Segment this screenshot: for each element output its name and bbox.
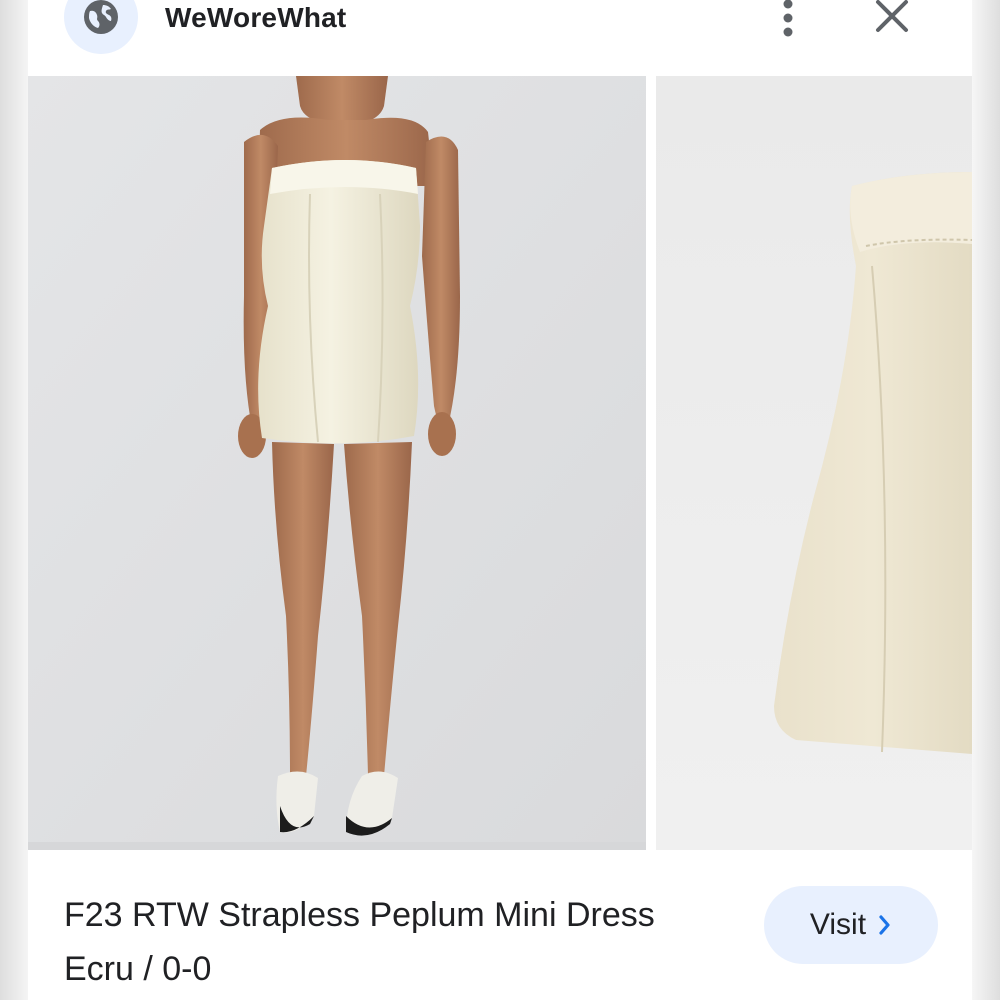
product-title[interactable]: F23 RTW Strapless Peplum Mini Dress Ecru… [64, 888, 704, 996]
image-carousel[interactable] [28, 76, 972, 850]
close-icon [875, 0, 909, 38]
close-button[interactable] [870, 0, 914, 40]
visit-label: Visit [809, 908, 867, 941]
image-result-card: WeWoreWhat F23 RTW Strapless Peplum Mini… [28, 0, 972, 1000]
more-vert-icon [782, 0, 794, 43]
visit-button[interactable]: Visit [764, 886, 938, 964]
product-image-secondary[interactable] [656, 76, 972, 850]
result-header: WeWoreWhat [28, 0, 972, 76]
site-name[interactable]: WeWoreWhat [165, 2, 346, 34]
more-options-button[interactable] [770, 0, 806, 42]
page-edge-left [0, 0, 30, 1000]
chevron-right-icon [878, 914, 892, 936]
product-image-main[interactable] [28, 76, 646, 850]
globe-icon [64, 0, 138, 54]
page-edge-right [972, 0, 1000, 1000]
